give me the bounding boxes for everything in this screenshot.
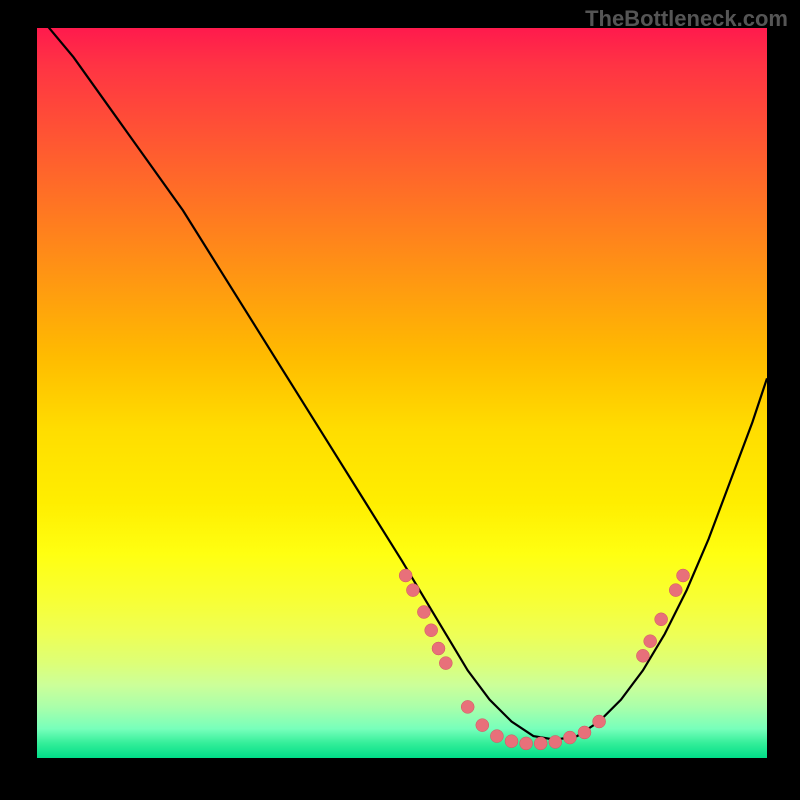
- data-points-group: [399, 569, 689, 750]
- data-point: [655, 613, 668, 626]
- data-point: [425, 624, 438, 637]
- data-point: [461, 700, 474, 713]
- data-point: [534, 737, 547, 750]
- data-point: [593, 715, 606, 728]
- chart-svg: [37, 28, 767, 758]
- data-point: [549, 735, 562, 748]
- data-point: [520, 737, 533, 750]
- data-point: [563, 731, 576, 744]
- data-point: [578, 726, 591, 739]
- watermark-text: TheBottleneck.com: [585, 6, 788, 32]
- data-point: [417, 606, 430, 619]
- data-point: [505, 735, 518, 748]
- data-point: [432, 642, 445, 655]
- data-point: [399, 569, 412, 582]
- data-point: [439, 657, 452, 670]
- data-point: [490, 730, 503, 743]
- data-point: [476, 719, 489, 732]
- data-point: [644, 635, 657, 648]
- bottleneck-curve: [37, 13, 767, 739]
- data-point: [669, 584, 682, 597]
- data-point: [636, 649, 649, 662]
- data-point: [677, 569, 690, 582]
- data-point: [406, 584, 419, 597]
- plot-area: [37, 28, 767, 758]
